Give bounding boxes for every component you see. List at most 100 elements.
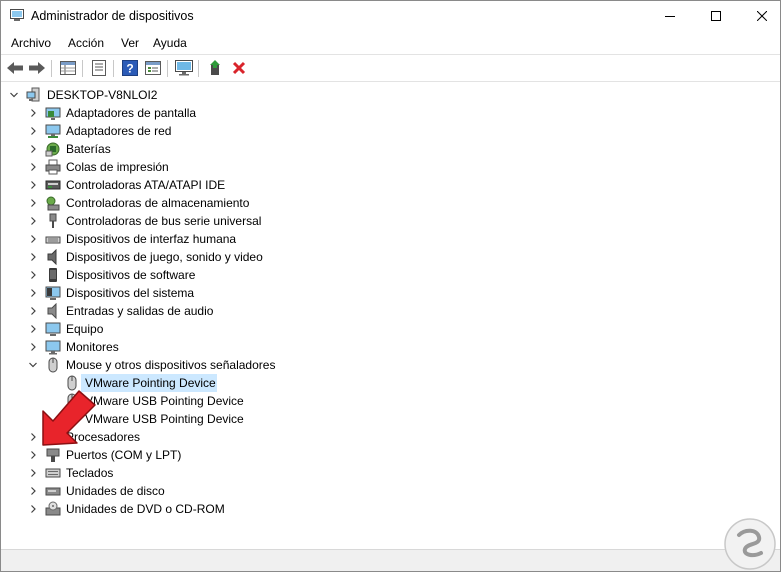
uninstall-device-button[interactable] (229, 58, 249, 78)
update-driver-icon (210, 60, 220, 75)
tree-item-teclados[interactable]: Teclados (1, 464, 780, 482)
chevron-right-icon[interactable] (28, 287, 38, 299)
toolbar-separator (51, 60, 52, 77)
tree-item-puertos[interactable]: Puertos (COM y LPT) (1, 446, 780, 464)
forward-icon (29, 62, 45, 74)
view-button[interactable] (143, 58, 163, 78)
chevron-right-icon[interactable] (28, 233, 38, 245)
tree-item-unidades-dvd[interactable]: Unidades de DVD o CD-ROM (1, 500, 780, 518)
device-properties-icon (92, 60, 106, 76)
mouse-icon (48, 357, 58, 373)
tree-root-label: DESKTOP-V8NLOI2 (47, 88, 158, 102)
tree-item-label: Unidades de disco (66, 484, 165, 498)
tree-item-controladoras-ata[interactable]: Controladoras ATA/ATAPI IDE (1, 176, 780, 194)
menu-bar: Archivo Acción Ver Ayuda (1, 33, 780, 53)
tree-child-vmware-pointing-device[interactable]: VMware Pointing Device (1, 374, 780, 392)
tree-item-mouse[interactable]: Mouse y otros dispositivos señaladores (1, 356, 780, 374)
hid-icon (45, 236, 61, 244)
tree-root[interactable]: DESKTOP-V8NLOI2 (1, 86, 780, 104)
device-tree[interactable]: DESKTOP-V8NLOI2 Adaptadores de pantalla … (1, 85, 780, 545)
tree-item-dispositivos-sistema[interactable]: Dispositivos del sistema (1, 284, 780, 302)
chevron-right-icon[interactable] (28, 467, 38, 479)
battery-icon (45, 142, 60, 157)
network-adapter-icon (45, 124, 61, 138)
tree-item-label: Monitores (66, 340, 119, 354)
tree-item-unidades-disco[interactable]: Unidades de disco (1, 482, 780, 500)
tree-child-vmware-usb-pointing-device[interactable]: VMware USB Pointing Device (1, 410, 780, 428)
chevron-right-icon[interactable] (28, 179, 38, 191)
svg-text:?: ? (126, 62, 133, 76)
tree-item-dispositivos-software[interactable]: Dispositivos de software (1, 266, 780, 284)
tree-child-label: VMware USB Pointing Device (85, 394, 244, 408)
help-button[interactable]: ? (120, 58, 140, 78)
menu-archivo[interactable]: Archivo (11, 36, 51, 50)
chevron-right-icon[interactable] (28, 197, 38, 209)
tree-item-label: Unidades de DVD o CD-ROM (66, 502, 225, 516)
chevron-right-icon[interactable] (28, 107, 38, 119)
maximize-icon (711, 11, 721, 21)
tree-item-label: Teclados (66, 466, 114, 480)
display-adapter-icon (45, 107, 61, 120)
device-manager-window: Administrador de dispositivos Archivo Ac… (0, 0, 781, 572)
menu-accion[interactable]: Acción (68, 36, 104, 50)
tree-item-colas-impresion[interactable]: Colas de impresión (1, 158, 780, 176)
tree-child-vmware-usb-pointing-device[interactable]: VMware USB Pointing Device (1, 392, 780, 410)
tree-item-procesadores[interactable]: Procesadores (1, 428, 780, 446)
toolbar: ? (1, 55, 780, 81)
menu-ayuda[interactable]: Ayuda (153, 36, 187, 50)
ide-controller-icon (45, 180, 61, 190)
device-manager-icon (10, 9, 24, 21)
scan-hardware-button[interactable] (174, 58, 194, 78)
tree-item-hid[interactable]: Dispositivos de interfaz humana (1, 230, 780, 248)
back-icon (7, 62, 23, 74)
chevron-right-icon[interactable] (28, 269, 38, 281)
tree-item-controladoras-almacenamiento[interactable]: Controladoras de almacenamiento (1, 194, 780, 212)
title-bar[interactable]: Administrador de dispositivos (1, 1, 780, 31)
chevron-right-icon[interactable] (28, 143, 38, 155)
toolbar-separator (82, 60, 83, 77)
chevron-right-icon[interactable] (28, 341, 38, 353)
chevron-right-icon[interactable] (28, 305, 38, 317)
tree-item-adaptadores-red[interactable]: Adaptadores de red (1, 122, 780, 140)
minimize-button[interactable] (647, 1, 693, 31)
tree-item-label: Controladoras de almacenamiento (66, 196, 250, 210)
software-device-icon (49, 268, 57, 282)
chevron-right-icon[interactable] (28, 251, 38, 263)
back-button[interactable] (5, 58, 25, 78)
tree-item-baterias[interactable]: Baterías (1, 140, 780, 158)
help-icon: ? (122, 60, 138, 76)
tree-item-label: Entradas y salidas de audio (66, 304, 214, 318)
tree-item-label: Controladoras de bus serie universal (66, 214, 262, 228)
close-button[interactable] (739, 1, 781, 31)
chevron-right-icon[interactable] (28, 485, 38, 497)
tree-item-label: Mouse y otros dispositivos señaladores (66, 358, 276, 372)
tree-item-entradas-salidas-audio[interactable]: Entradas y salidas de audio (1, 302, 780, 320)
toolbar-separator (198, 60, 199, 77)
properties-button[interactable] (89, 58, 109, 78)
chevron-down-icon[interactable] (9, 89, 19, 101)
tree-item-equipo[interactable]: Equipo (1, 320, 780, 338)
tree-item-adaptadores-pantalla[interactable]: Adaptadores de pantalla (1, 104, 780, 122)
tree-item-label: Dispositivos de software (66, 268, 196, 282)
system-device-icon (45, 286, 61, 300)
tree-item-controladoras-usb[interactable]: Controladoras de bus serie universal (1, 212, 780, 230)
tree-item-label: Colas de impresión (66, 160, 169, 174)
forward-button[interactable] (27, 58, 47, 78)
chevron-right-icon[interactable] (28, 503, 38, 515)
printer-icon (45, 159, 61, 175)
chevron-right-icon[interactable] (28, 323, 38, 335)
tree-item-juego-sonido-video[interactable]: Dispositivos de juego, sonido y video (1, 248, 780, 266)
tree-item-monitores[interactable]: Monitores (1, 338, 780, 356)
usb-icon (49, 213, 57, 228)
disk-drive-icon (45, 487, 61, 496)
chevron-down-icon[interactable] (28, 359, 38, 371)
toolbar-divider (1, 81, 780, 82)
show-hide-console-button[interactable] (58, 58, 78, 78)
chevron-right-icon[interactable] (28, 125, 38, 137)
menu-ver[interactable]: Ver (121, 36, 139, 50)
computer-icon (45, 322, 61, 336)
chevron-right-icon[interactable] (28, 215, 38, 227)
chevron-right-icon[interactable] (28, 161, 38, 173)
maximize-button[interactable] (693, 1, 739, 31)
update-driver-button[interactable] (205, 58, 225, 78)
